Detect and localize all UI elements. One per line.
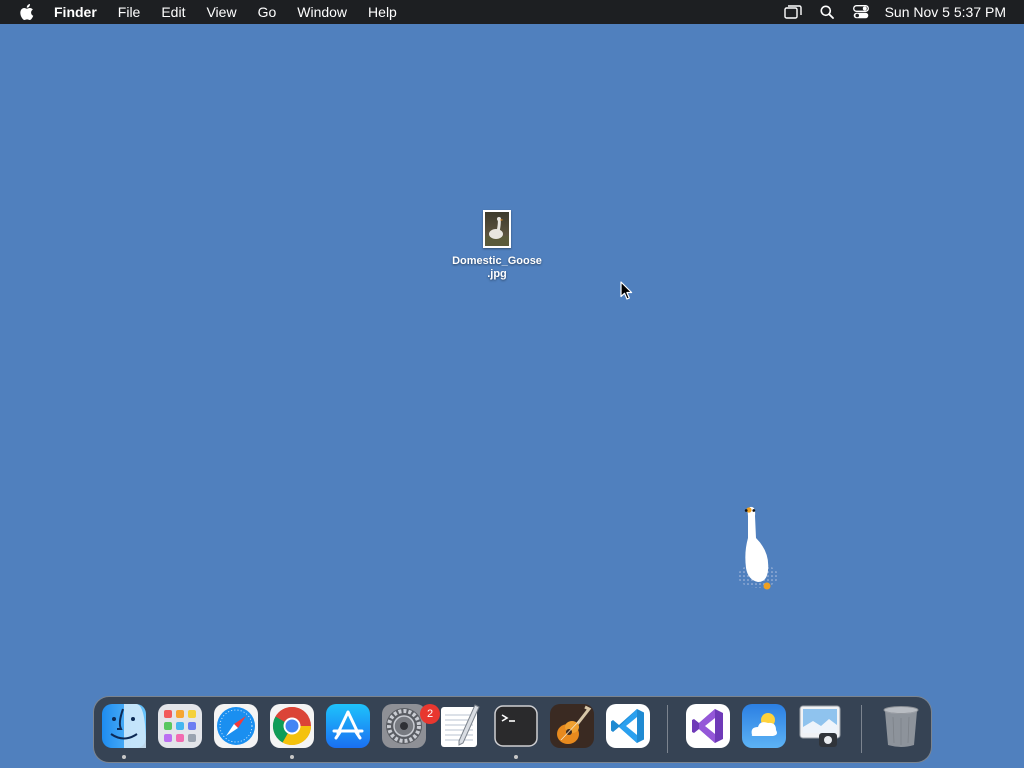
launchpad-icon [158, 704, 202, 748]
control-center-icon[interactable] [851, 4, 871, 20]
apple-menu-icon[interactable] [18, 3, 34, 21]
safari-icon [214, 704, 258, 748]
dock-chrome[interactable] [269, 703, 315, 749]
menu-go[interactable]: Go [258, 4, 277, 20]
file-name-line-2: .jpg [487, 268, 507, 280]
dock-textedit[interactable] [437, 703, 483, 749]
textedit-icon [441, 704, 480, 747]
running-indicator [122, 755, 126, 759]
spotlight-search-icon[interactable] [817, 4, 837, 20]
terminal-icon [494, 705, 538, 747]
mouse-cursor-icon [620, 281, 634, 301]
menu-window[interactable]: Window [297, 4, 347, 20]
dock-safari[interactable] [213, 703, 259, 749]
dock-vscode[interactable] [605, 703, 651, 749]
dock-separator [667, 705, 668, 753]
dock-separator [861, 705, 862, 753]
running-indicator [290, 755, 294, 759]
dock-preview[interactable] [797, 703, 843, 749]
garageband-icon [550, 704, 594, 748]
dock-finder[interactable] [101, 703, 147, 749]
image-file-thumbnail [483, 210, 511, 248]
running-indicator [514, 755, 518, 759]
trash-icon [883, 706, 919, 747]
menu-help[interactable]: Help [368, 4, 397, 20]
chrome-icon [270, 704, 314, 748]
desktop-file-label: Domestic_Goose .jpg [448, 255, 546, 281]
dock-weather[interactable] [741, 703, 787, 749]
menu-view[interactable]: View [206, 4, 236, 20]
file-name-line-1: Domestic_Goose [452, 255, 542, 267]
weather-icon [742, 704, 786, 748]
dock-app-store[interactable] [325, 703, 371, 749]
app-store-icon [326, 704, 370, 748]
menu-file[interactable]: File [118, 4, 141, 20]
dock-trash[interactable] [878, 703, 924, 749]
menu-clock[interactable]: Sun Nov 5 5:37 PM [885, 4, 1006, 20]
dock-launchpad[interactable] [157, 703, 203, 749]
desktop-goose-icon[interactable] [734, 502, 782, 594]
menu-finder[interactable]: Finder [54, 4, 97, 20]
preview-icon [799, 705, 841, 747]
dock-garageband[interactable] [549, 703, 595, 749]
finder-icon [102, 704, 146, 748]
menu-edit[interactable]: Edit [161, 4, 185, 20]
visual-studio-icon [686, 704, 730, 748]
dock-visual-studio[interactable] [685, 703, 731, 749]
dock: 2 [93, 696, 932, 763]
vscode-icon [606, 704, 650, 748]
window-switcher-icon[interactable] [783, 4, 803, 20]
desktop-file-domestic-goose[interactable]: Domestic_Goose .jpg [448, 210, 546, 281]
menu-bar: Finder File Edit View Go Window Help Sun… [0, 0, 1024, 24]
dock-terminal[interactable] [493, 703, 539, 749]
